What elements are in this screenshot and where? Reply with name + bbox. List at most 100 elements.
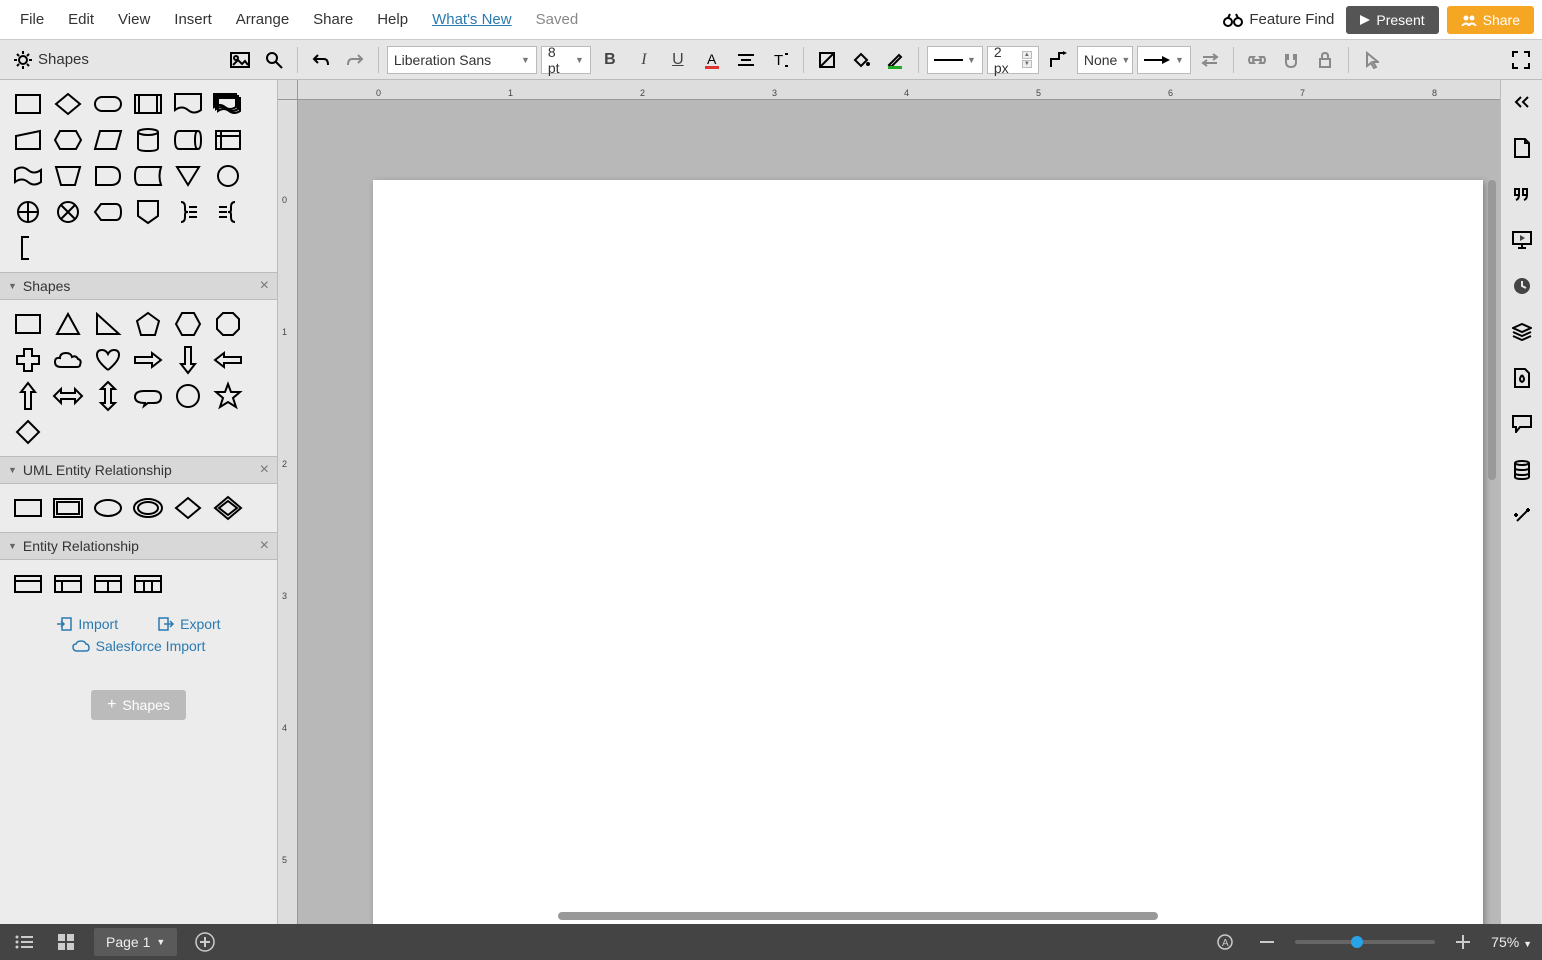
share-button[interactable]: Share (1447, 6, 1534, 34)
dock-history-button[interactable] (1508, 272, 1536, 300)
shape-multivalued[interactable] (132, 494, 164, 522)
shape-merge[interactable] (172, 162, 204, 190)
shape-er-3[interactable] (92, 570, 124, 598)
search-button[interactable] (259, 45, 289, 75)
dock-collapse-button[interactable] (1508, 88, 1536, 116)
shape-or[interactable] (12, 198, 44, 226)
category-uml-er-header[interactable]: ▼ UML Entity Relationship × (0, 456, 277, 484)
shape-right-triangle[interactable] (92, 310, 124, 338)
zoom-in-button[interactable] (1449, 928, 1477, 956)
shape-er-1[interactable] (12, 570, 44, 598)
shape-direct-data[interactable] (172, 126, 204, 154)
dock-layers-button[interactable] (1508, 318, 1536, 346)
border-color-button[interactable] (880, 45, 910, 75)
menu-arrange[interactable]: Arrange (224, 5, 301, 34)
zoom-out-button[interactable] (1253, 928, 1281, 956)
menu-edit[interactable]: Edit (56, 5, 106, 34)
shape-rectangle[interactable] (12, 310, 44, 338)
shape-cloud[interactable] (52, 346, 84, 374)
shape-arrow-lr[interactable] (52, 382, 84, 410)
shape-brace-right[interactable] (172, 198, 204, 226)
page-tab[interactable]: Page 1▼ (94, 928, 177, 956)
shape-stored-data[interactable] (132, 162, 164, 190)
dock-theme-button[interactable] (1508, 364, 1536, 392)
shape-pentagon[interactable] (132, 310, 164, 338)
menu-view[interactable]: View (106, 5, 162, 34)
start-arrow-dropdown[interactable]: None▼ (1077, 46, 1133, 74)
magnet-button[interactable] (1276, 45, 1306, 75)
horizontal-scrollbar[interactable] (558, 912, 1158, 920)
lock-button[interactable] (1310, 45, 1340, 75)
text-options-button[interactable]: T (765, 45, 795, 75)
image-button[interactable] (225, 45, 255, 75)
shape-weak-entity[interactable] (52, 494, 84, 522)
list-view-button[interactable] (10, 928, 38, 956)
menu-insert[interactable]: Insert (162, 5, 224, 34)
line-style-dropdown[interactable]: ▼ (927, 46, 983, 74)
close-category-icon[interactable]: × (260, 537, 269, 555)
font-dropdown[interactable]: Liberation Sans▼ (387, 46, 537, 74)
menu-help[interactable]: Help (365, 5, 420, 34)
shape-database[interactable] (132, 126, 164, 154)
add-page-button[interactable] (191, 928, 219, 956)
underline-button[interactable]: U (663, 45, 693, 75)
add-shapes-button[interactable]: + Shapes (91, 690, 186, 720)
dock-present-button[interactable] (1508, 226, 1536, 254)
shape-arrow-right[interactable] (132, 346, 164, 374)
zoom-slider-thumb[interactable] (1351, 936, 1363, 948)
fill-none-button[interactable] (812, 45, 842, 75)
shape-hexagon[interactable] (172, 310, 204, 338)
shapes-panel-toggle[interactable]: Shapes (6, 51, 97, 69)
present-button[interactable]: Present (1346, 6, 1438, 34)
zoom-fit-button[interactable]: A (1211, 928, 1239, 956)
shape-manual-op[interactable] (52, 162, 84, 190)
bold-button[interactable]: B (595, 45, 625, 75)
shape-er-4[interactable] (132, 570, 164, 598)
menu-share[interactable]: Share (301, 5, 365, 34)
shape-arrow-down[interactable] (172, 346, 204, 374)
shape-diamond[interactable] (12, 418, 44, 446)
shape-circle[interactable] (172, 382, 204, 410)
shape-relationship[interactable] (172, 494, 204, 522)
shape-display[interactable] (92, 198, 124, 226)
page-canvas[interactable] (373, 180, 1483, 924)
shape-connector[interactable] (212, 162, 244, 190)
text-color-button[interactable]: A (697, 45, 727, 75)
shape-er-2[interactable] (52, 570, 84, 598)
shape-weak-relationship[interactable] (212, 494, 244, 522)
fullscreen-button[interactable] (1506, 45, 1536, 75)
undo-button[interactable] (306, 45, 336, 75)
shape-internal-storage[interactable] (212, 126, 244, 154)
close-category-icon[interactable]: × (260, 277, 269, 295)
shape-process[interactable] (12, 90, 44, 118)
shape-heart[interactable] (92, 346, 124, 374)
fill-color-button[interactable] (846, 45, 876, 75)
shape-entity[interactable] (12, 494, 44, 522)
shape-star[interactable] (212, 382, 244, 410)
menu-file[interactable]: File (8, 5, 56, 34)
grid-view-button[interactable] (52, 928, 80, 956)
shape-off-page[interactable] (132, 198, 164, 226)
shape-note[interactable] (12, 234, 44, 262)
category-er-header[interactable]: ▼ Entity Relationship × (0, 532, 277, 560)
vertical-scrollbar[interactable] (1488, 180, 1496, 480)
italic-button[interactable]: I (629, 45, 659, 75)
shape-paper-tape[interactable] (12, 162, 44, 190)
shape-preparation[interactable] (52, 126, 84, 154)
align-button[interactable] (731, 45, 761, 75)
export-link[interactable]: Export (158, 616, 220, 632)
shape-data[interactable] (92, 126, 124, 154)
shape-arrow-left[interactable] (212, 346, 244, 374)
category-shapes-header[interactable]: ▼ Shapes × (0, 272, 277, 300)
shape-arrow-up[interactable] (12, 382, 44, 410)
shape-brace-left[interactable] (212, 198, 244, 226)
shape-manual-input[interactable] (12, 126, 44, 154)
shape-callout[interactable] (132, 382, 164, 410)
shape-attribute[interactable] (92, 494, 124, 522)
zoom-slider[interactable] (1295, 940, 1435, 944)
shape-triangle[interactable] (52, 310, 84, 338)
shape-octagon[interactable] (212, 310, 244, 338)
dock-actions-button[interactable] (1508, 502, 1536, 530)
shape-arrow-ud[interactable] (92, 382, 124, 410)
dock-data-button[interactable] (1508, 456, 1536, 484)
